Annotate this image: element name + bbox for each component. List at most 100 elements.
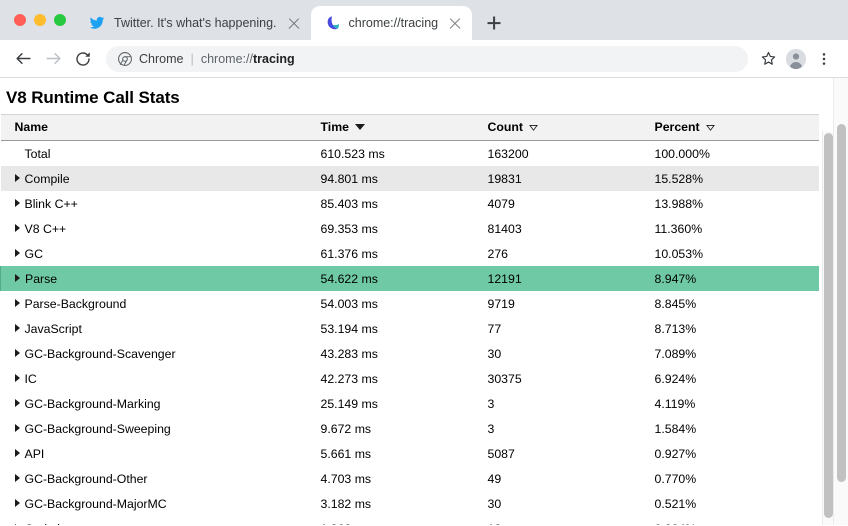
- row-name-label: GC-Background-MajorMC: [25, 497, 167, 511]
- expand-placeholder-icon: [15, 149, 20, 157]
- table-row[interactable]: Total610.523 ms163200100.000%: [1, 141, 819, 167]
- cell-name: V8 C++: [1, 216, 321, 241]
- table-row[interactable]: Compile94.801 ms1983115.528%: [1, 166, 819, 191]
- cell-count: 18: [488, 516, 655, 525]
- table-row[interactable]: GC61.376 ms27610.053%: [1, 241, 819, 266]
- expand-triangle-icon[interactable]: [15, 374, 20, 382]
- cell-time: 69.353 ms: [321, 216, 488, 241]
- table-row[interactable]: Parse-Background54.003 ms97198.845%: [1, 291, 819, 316]
- row-name-label: V8 C++: [25, 222, 67, 236]
- column-label: Percent: [655, 120, 700, 134]
- column-header-name[interactable]: Name: [1, 115, 321, 141]
- twitter-bird-icon: [89, 15, 105, 31]
- close-icon[interactable]: [447, 15, 463, 31]
- cell-percent: 4.119%: [655, 391, 819, 416]
- window-controls: [10, 0, 76, 40]
- table-row[interactable]: GC-Background-Sweeping9.672 ms31.584%: [1, 416, 819, 441]
- cell-name: Parse-Background: [1, 291, 321, 316]
- close-window-button[interactable]: [14, 14, 26, 26]
- cell-percent: 0.770%: [655, 466, 819, 491]
- expand-triangle-icon[interactable]: [15, 524, 20, 526]
- new-tab-button[interactable]: [480, 9, 508, 37]
- row-name-label: GC-Background-Scavenger: [25, 347, 176, 361]
- omnibox-chip-label: Chrome: [139, 52, 183, 66]
- expand-triangle-icon[interactable]: [15, 274, 20, 282]
- avatar-icon[interactable]: [782, 45, 810, 73]
- expand-triangle-icon[interactable]: [15, 174, 20, 182]
- cell-time: 9.672 ms: [321, 416, 488, 441]
- cell-count: 30: [488, 341, 655, 366]
- omnibox-separator: |: [190, 51, 193, 66]
- minimize-window-button[interactable]: [34, 14, 46, 26]
- chrome-logo-icon: [118, 52, 132, 66]
- sort-inactive-icon: [706, 123, 715, 132]
- table-row[interactable]: Optimize1.368 ms180.224%: [1, 516, 819, 525]
- expand-triangle-icon[interactable]: [15, 199, 20, 207]
- column-header-percent[interactable]: Percent: [655, 115, 819, 141]
- table-row[interactable]: GC-Background-Other4.703 ms490.770%: [1, 466, 819, 491]
- cell-percent: 15.528%: [655, 166, 819, 191]
- column-header-count[interactable]: Count: [488, 115, 655, 141]
- maximize-window-button[interactable]: [54, 14, 66, 26]
- star-icon[interactable]: [754, 45, 782, 73]
- expand-triangle-icon[interactable]: [15, 349, 20, 357]
- expand-triangle-icon[interactable]: [15, 499, 20, 507]
- table-scrollbar-thumb[interactable]: [824, 133, 833, 518]
- url-scheme: chrome://: [201, 52, 253, 66]
- table-row[interactable]: GC-Background-MajorMC3.182 ms300.521%: [1, 491, 819, 516]
- expand-triangle-icon[interactable]: [15, 424, 20, 432]
- cell-count: 77: [488, 316, 655, 341]
- cell-time: 42.273 ms: [321, 366, 488, 391]
- cell-count: 3: [488, 416, 655, 441]
- column-header-time[interactable]: Time: [321, 115, 488, 141]
- cell-time: 53.194 ms: [321, 316, 488, 341]
- cell-time: 85.403 ms: [321, 191, 488, 216]
- table-row[interactable]: Blink C++85.403 ms407913.988%: [1, 191, 819, 216]
- cell-percent: 13.988%: [655, 191, 819, 216]
- table-row[interactable]: Parse54.622 ms121918.947%: [1, 266, 819, 291]
- expand-triangle-icon[interactable]: [15, 474, 20, 482]
- cell-count: 19831: [488, 166, 655, 191]
- forward-arrow-icon[interactable]: [38, 44, 68, 74]
- expand-triangle-icon[interactable]: [15, 449, 20, 457]
- cell-name: Total: [1, 141, 321, 167]
- browser-window: Twitter. It's what's happening. chrome:/…: [0, 0, 848, 526]
- row-name-label: GC-Background-Other: [25, 472, 148, 486]
- cell-percent: 6.924%: [655, 366, 819, 391]
- cell-percent: 1.584%: [655, 416, 819, 441]
- table-body: Total610.523 ms163200100.000%Compile94.8…: [1, 141, 819, 526]
- expand-triangle-icon[interactable]: [15, 399, 20, 407]
- table-row[interactable]: GC-Background-Scavenger43.283 ms307.089%: [1, 341, 819, 366]
- address-bar[interactable]: Chrome | chrome://tracing: [106, 46, 748, 72]
- row-name-label: GC: [25, 247, 43, 261]
- cell-percent: 8.947%: [655, 266, 819, 291]
- tab-title: chrome://tracing: [349, 16, 439, 30]
- row-name-label: Total: [25, 147, 51, 161]
- expand-triangle-icon[interactable]: [15, 299, 20, 307]
- table-row[interactable]: IC42.273 ms303756.924%: [1, 366, 819, 391]
- table-row[interactable]: JavaScript53.194 ms778.713%: [1, 316, 819, 341]
- cell-count: 276: [488, 241, 655, 266]
- cell-time: 3.182 ms: [321, 491, 488, 516]
- table-row[interactable]: GC-Background-Marking25.149 ms34.119%: [1, 391, 819, 416]
- stats-table-container: Name Time Count Percent Total610.523 ms: [0, 114, 832, 525]
- table-row[interactable]: API5.661 ms50870.927%: [1, 441, 819, 466]
- cell-name: GC-Background-Scavenger: [1, 341, 321, 366]
- tab-chrome-tracing[interactable]: chrome://tracing: [311, 6, 473, 40]
- three-dot-menu-icon[interactable]: [810, 45, 838, 73]
- tab-title: Twitter. It's what's happening.: [114, 16, 277, 30]
- expand-triangle-icon[interactable]: [15, 224, 20, 232]
- expand-triangle-icon[interactable]: [15, 249, 20, 257]
- tab-twitter[interactable]: Twitter. It's what's happening.: [76, 6, 311, 40]
- page-scrollbar-thumb[interactable]: [837, 124, 846, 482]
- back-arrow-icon[interactable]: [8, 44, 38, 74]
- table-header-row: Name Time Count Percent: [1, 115, 819, 141]
- reload-icon[interactable]: [68, 44, 98, 74]
- cell-count: 12191: [488, 266, 655, 291]
- expand-triangle-icon[interactable]: [15, 324, 20, 332]
- table-row[interactable]: V8 C++69.353 ms8140311.360%: [1, 216, 819, 241]
- page-scrollbar[interactable]: [833, 78, 848, 525]
- cell-name: GC-Background-Sweeping: [1, 416, 321, 441]
- row-name-label: IC: [25, 372, 37, 386]
- close-icon[interactable]: [286, 15, 302, 31]
